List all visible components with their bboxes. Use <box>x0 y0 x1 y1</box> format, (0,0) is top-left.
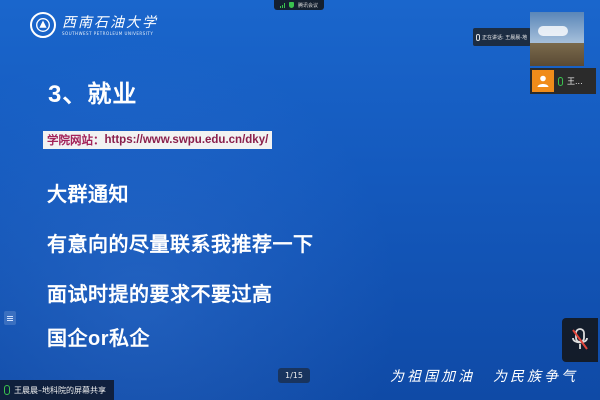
speaking-label: 正在讲话: 王晨晨-地 <box>482 34 528 41</box>
logo-text-cn: 西南石油大学 <box>62 14 158 31</box>
motto-right: 为民族争气 <box>493 369 578 385</box>
page-indicator: 1/15 <box>278 368 310 383</box>
bullet-group-notice: 大群通知 <box>47 184 129 206</box>
participant-video[interactable] <box>530 12 584 66</box>
bullet-interview: 面试时提的要求不要过高 <box>47 284 273 306</box>
microphone-icon <box>558 76 563 86</box>
participant-name: 王... <box>567 76 583 86</box>
slide-title: 3、就业 <box>48 81 138 108</box>
university-motto: 为祖国加油 为民族争气 <box>390 366 578 386</box>
participant-tile[interactable]: 王... <box>530 68 596 94</box>
meeting-app-label: 腾讯会议 <box>298 2 319 9</box>
logo-text-en: SOUTHWEST PETROLEUM UNIVERSITY <box>62 30 154 36</box>
microphone-muted-icon <box>572 328 588 350</box>
meeting-top-bar[interactable]: 腾讯会议 <box>274 0 325 10</box>
bullet-soe-or-private: 国企or私企 <box>47 328 150 350</box>
signal-icon <box>280 2 285 8</box>
university-emblem-icon <box>30 12 56 38</box>
side-panel-toggle-icon[interactable] <box>4 311 16 325</box>
website-label: 学院网站： <box>47 135 105 147</box>
shared-slide: 西南石油大学 SOUTHWEST PETROLEUM UNIVERSITY 3、… <box>0 0 600 400</box>
share-label-text: 王晨晨–地科院的屏幕共享 <box>14 385 106 395</box>
motto-left: 为祖国加油 <box>390 369 475 385</box>
screen-share-label: 王晨晨–地科院的屏幕共享 <box>0 380 114 400</box>
university-logo: 西南石油大学 SOUTHWEST PETROLEUM UNIVERSITY <box>30 12 158 38</box>
college-website: 学院网站： https://www.swpu.edu.cn/dky/ <box>43 131 273 149</box>
microphone-icon <box>4 385 10 395</box>
speaking-indicator: 正在讲话: 王晨晨-地 <box>473 28 531 46</box>
avatar <box>532 70 554 92</box>
website-url: https://www.swpu.edu.cn/dky/ <box>104 134 269 146</box>
microphone-icon <box>476 33 480 41</box>
bullet-recommend: 有意向的尽量联系我推荐一下 <box>47 234 314 256</box>
shield-icon <box>289 2 294 8</box>
person-icon <box>537 75 549 87</box>
mute-button[interactable] <box>562 318 598 362</box>
